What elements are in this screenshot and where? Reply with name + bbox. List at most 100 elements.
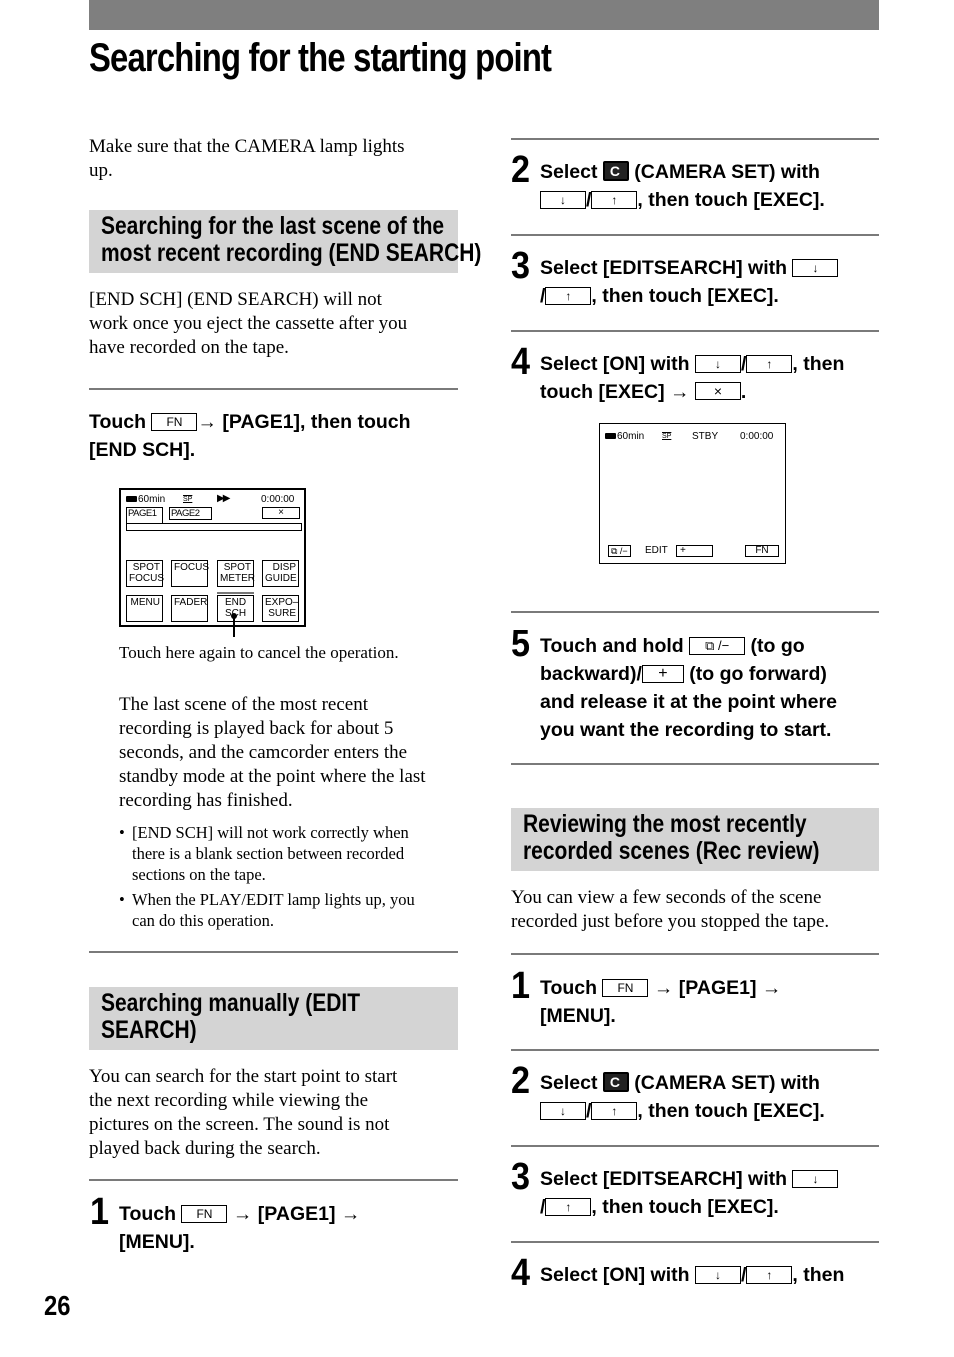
section-heading-end-search: Searching for the last scene of the most… <box>89 210 481 273</box>
up-button[interactable]: ↑ <box>591 1102 638 1120</box>
down-button[interactable]: ↓ <box>694 355 741 373</box>
fn-button[interactable]: FN <box>602 979 649 997</box>
divider <box>511 953 879 955</box>
intro-text: Make sure that the CAMERA lamp lights up… <box>89 135 405 183</box>
header-bar <box>89 0 879 30</box>
instruction-text: [END SCH]. <box>89 439 196 461</box>
step-text: (to go forward) <box>689 663 827 685</box>
result-line: standby mode at the point where the last <box>119 766 426 787</box>
step-text: Select [ON] with <box>540 353 690 375</box>
step-text: , then <box>792 353 845 375</box>
divider <box>89 1179 458 1181</box>
callout-dot <box>231 613 237 619</box>
fn-button[interactable]: FN <box>181 1205 228 1223</box>
up-button[interactable]: ↑ <box>545 1198 592 1216</box>
lcd-button-spot-focus[interactable]: SPOT FOCUS <box>126 560 164 587</box>
heading-line: Searching manually (EDIT <box>101 989 361 1017</box>
fn-button[interactable]: FN <box>151 413 198 431</box>
step-text: Touch <box>540 977 598 999</box>
btn-line: EXPO– <box>265 597 299 608</box>
divider <box>511 1049 879 1051</box>
heading-line: Reviewing the most recently <box>523 810 807 838</box>
lcd-button-focus[interactable]: FOCUS <box>171 560 209 587</box>
instruction-text: [PAGE1], then touch <box>222 411 411 433</box>
page-title: Searching for the starting point <box>89 36 552 80</box>
page-number: 26 <box>44 1290 71 1321</box>
desc-line: have recorded on the tape. <box>89 337 289 358</box>
heading-line: most recent recording (END SEARCH) <box>101 239 482 267</box>
down-button[interactable]: ↓ <box>792 1170 839 1188</box>
sp-icon: SP <box>183 496 193 503</box>
divider <box>511 234 879 236</box>
step-text: [MENU]. <box>119 1231 195 1253</box>
step-text: Select <box>540 161 598 183</box>
heading-line: SEARCH) <box>101 1016 197 1044</box>
btn-line: MENU <box>130 597 160 608</box>
backward-button[interactable]: ⧉ /− <box>689 637 746 655</box>
close-button[interactable]: × <box>262 507 300 519</box>
btn-line: DISP <box>272 562 296 573</box>
up-button[interactable]: ↑ <box>746 1266 793 1284</box>
divider <box>511 1145 879 1147</box>
fast-forward-icon: ▶▶ <box>217 493 230 504</box>
heading-line: Searching for the last scene of the <box>101 212 445 240</box>
edit-search-desc: You can search for the start point to st… <box>89 1065 397 1161</box>
step-text: [MENU]. <box>540 1005 616 1027</box>
bullet-icon: • <box>119 823 125 842</box>
intro-line: Make sure that the CAMERA lamp lights <box>89 136 405 157</box>
btn-line: SURE <box>268 608 296 619</box>
battery-icon <box>126 496 137 502</box>
step-number: 2 <box>511 1060 531 1102</box>
step-number: 4 <box>511 341 531 383</box>
step-text: Select [EDITSEARCH] with <box>540 257 788 279</box>
end-search-instruction: Touch FN → [PAGE1], then touch [END SCH]. <box>89 408 411 464</box>
note-line: there is a blank section between recorde… <box>132 844 405 863</box>
sp-icon: SP <box>662 433 672 440</box>
tab-page1[interactable]: PAGE1 <box>126 507 164 524</box>
lcd-button-disp-guide[interactable]: DISP GUIDE <box>262 560 299 587</box>
lcd-button-exposure[interactable]: EXPO– SURE <box>262 595 299 622</box>
note-line: can do this operation. <box>132 911 275 930</box>
down-button[interactable]: ↓ <box>540 1102 586 1120</box>
heading-line: recorded scenes (Rec review) <box>523 837 820 865</box>
fn-button[interactable]: FN <box>745 545 779 557</box>
forward-button[interactable]: + <box>676 545 713 557</box>
result-line: seconds, and the camcorder enters the <box>119 742 408 763</box>
lcd-button-spot-meter[interactable]: SPOT METER <box>217 560 255 587</box>
divider <box>89 951 458 953</box>
timecode: 0:00:00 <box>261 494 295 505</box>
up-button[interactable]: ↑ <box>746 355 793 373</box>
step-text: . <box>740 381 747 403</box>
step-text: → [PAGE1] → <box>232 1203 361 1225</box>
up-button[interactable]: ↑ <box>591 191 638 209</box>
section-heading-text: Searching for the last scene of the most… <box>101 213 481 267</box>
btn-line: END <box>224 597 247 608</box>
lcd-screen-page1: 60min SP ▶▶ 0:00:00 PAGE1 PAGE2 × SPOT FO… <box>119 488 306 627</box>
step-number: 1 <box>90 1191 110 1233</box>
step-text: , then touch [EXEC]. <box>637 189 825 211</box>
backward-button[interactable]: ⧉ /− <box>608 545 631 557</box>
section-heading-rec-review: Reviewing the most recently recorded sce… <box>511 808 879 871</box>
end-search-result: The last scene of the most recent record… <box>119 693 426 813</box>
step-text: and release it at the point where <box>540 691 837 713</box>
step-text: , then touch [EXEC]. <box>637 1100 825 1122</box>
btn-line: SPOT <box>132 562 160 573</box>
forward-button[interactable]: + <box>641 665 684 683</box>
tab-page2[interactable]: PAGE2 <box>169 507 213 520</box>
lcd-button-menu[interactable]: MENU <box>126 595 163 622</box>
down-button[interactable]: ↓ <box>694 1266 741 1284</box>
lcd-button-fader[interactable]: FADER <box>171 595 208 622</box>
down-button[interactable]: ↓ <box>540 191 586 209</box>
up-button[interactable]: ↑ <box>545 287 592 305</box>
step-text: , then touch [EXEC]. <box>591 285 779 307</box>
down-button[interactable]: ↓ <box>792 259 839 277</box>
lcd-screen-standby: 60min SP STBY 0:00:00 ⧉ /− EDIT + FN <box>599 423 786 564</box>
step-number: 1 <box>511 965 531 1007</box>
bullet-icon: • <box>119 890 125 909</box>
timecode: 0:00:00 <box>740 431 774 442</box>
rec-review-desc: You can view a few seconds of the scene … <box>511 886 829 934</box>
desc-line: [END SCH] (END SEARCH) will not <box>89 289 382 310</box>
step-text: → [PAGE1] → <box>653 977 782 999</box>
close-button[interactable]: × <box>694 382 741 400</box>
step-text: , then <box>792 1264 845 1286</box>
